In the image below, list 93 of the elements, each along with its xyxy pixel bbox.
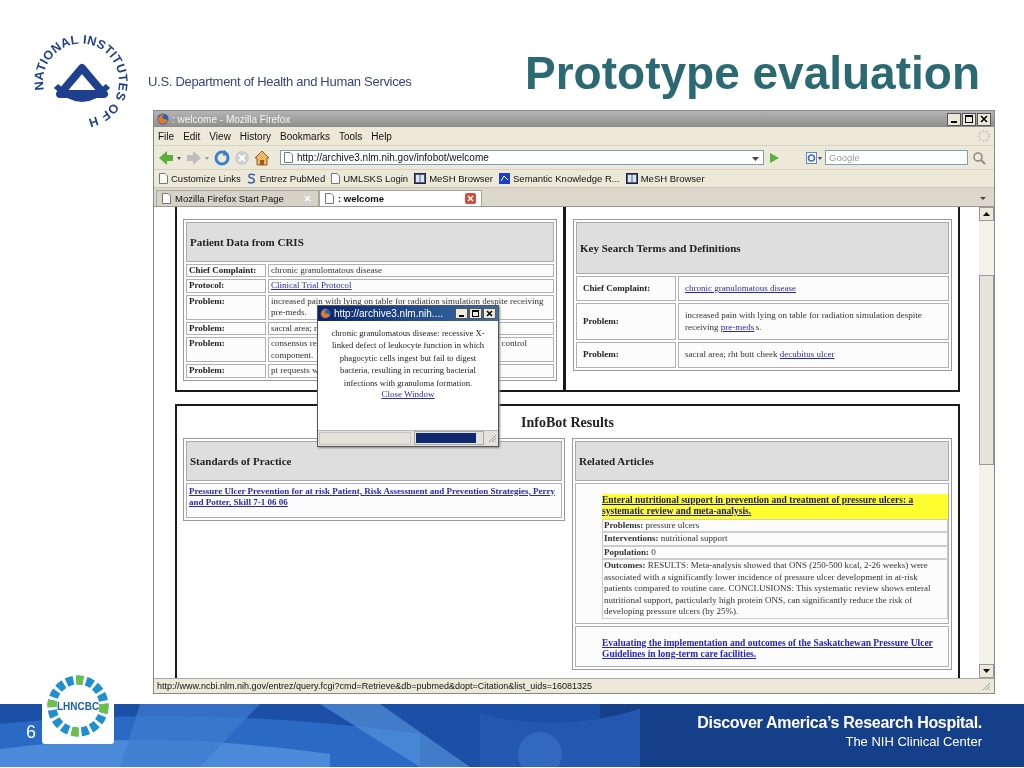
popup-title: http://archive3.nlm.nih.... xyxy=(334,307,443,319)
bookmark-link[interactable]: MeSH Browser xyxy=(429,173,493,185)
table-heading: Related Articles xyxy=(575,440,949,481)
home-icon[interactable] xyxy=(254,149,270,166)
firefox-icon xyxy=(320,307,331,319)
close-window-link[interactable]: Close Window xyxy=(381,389,435,400)
minimize-button[interactable] xyxy=(455,307,468,319)
table-cell: increased pain with lying on table for radiation simulation despite receiving pre-meds s. xyxy=(678,303,949,341)
search-field[interactable]: Google xyxy=(825,150,968,166)
search-icon[interactable] xyxy=(972,150,986,165)
term-link[interactable]: chronic granulomatous disease xyxy=(685,282,796,293)
table-cell: sacral area; rht butt cheek decubitus ulcer xyxy=(678,342,949,368)
row-label: Chief Complaint: xyxy=(186,263,266,278)
minimize-button[interactable] xyxy=(947,112,961,126)
cell-text: chronic granulomatous disease xyxy=(271,264,382,277)
resize-grip-icon[interactable] xyxy=(981,680,991,691)
close-icon xyxy=(486,309,493,317)
resize-grip-icon[interactable] xyxy=(487,433,497,444)
row-label: Protocol: xyxy=(186,279,266,293)
row-label: Problem: xyxy=(186,337,266,363)
maximize-icon xyxy=(472,309,479,317)
row-label: Problem: xyxy=(186,364,266,378)
bookmark-link[interactable]: Customize Links xyxy=(171,173,241,185)
cell-text: sacral area; r xyxy=(271,322,317,335)
go-icon[interactable] xyxy=(768,150,780,165)
menu-item[interactable]: Edit xyxy=(183,130,201,142)
browser-tab[interactable]: Mozilla Firefox Start Page xyxy=(156,189,319,206)
bookmark-link[interactable]: Entrez PubMed xyxy=(259,173,326,185)
network-icon xyxy=(499,173,510,185)
cell-text: increased pain with lying on table for radiation simulation despite receiving xyxy=(271,295,544,308)
article-field: Interventions: nutritional support xyxy=(602,532,948,546)
maximize-button[interactable] xyxy=(469,307,482,319)
close-button[interactable] xyxy=(977,112,991,126)
table-heading: Standards of Practice xyxy=(186,440,562,481)
menu-item[interactable]: History xyxy=(239,130,271,142)
throbber-icon xyxy=(978,130,990,143)
menu-item[interactable]: Help xyxy=(371,130,392,142)
table-heading: Patient Data from CRIS xyxy=(186,221,554,262)
article-field: Problems: pressure ulcers xyxy=(602,518,948,533)
reload-icon[interactable] xyxy=(214,149,230,166)
section-title: InfoBot Results xyxy=(520,413,615,432)
menu-item[interactable]: View xyxy=(209,130,231,142)
bookmark-link[interactable]: MeSH Browser xyxy=(640,173,705,185)
row-label: Problem: xyxy=(186,294,266,320)
cell-text: component. xyxy=(271,349,314,362)
cell-text: control xyxy=(501,338,528,350)
close-button[interactable] xyxy=(483,307,496,319)
slide-title: Prototype evaluation xyxy=(525,48,981,98)
cell-text: pre-meds. xyxy=(271,307,307,319)
scroll-down-icon[interactable] xyxy=(979,663,994,678)
address-field[interactable]: http://archive3.nlm.nih.gov/infobot/welcome xyxy=(280,150,764,166)
close-icon xyxy=(980,115,988,124)
window-title: : welcome - Mozilla Firefox xyxy=(172,113,291,125)
squiggle-icon xyxy=(246,173,257,185)
definition-text: chronic granulomatous disease: recessive X-linked defect of leukocyte function in which phagocytic cells ingest but fail to digest bacteria, resulting in recurring bacterial infections with granuloma formation. xyxy=(330,326,486,390)
term-link[interactable]: pre-meds xyxy=(720,321,755,332)
page-icon xyxy=(284,152,293,164)
scroll-thumb[interactable] xyxy=(979,274,994,465)
article-link[interactable]: Enteral nutritional support in prevention and treatment of pressure ulcers: a systematic review and meta-analysis. xyxy=(602,493,948,519)
menu-item[interactable]: Tools xyxy=(339,130,363,142)
back-icon[interactable] xyxy=(158,149,182,166)
book-icon xyxy=(625,173,638,185)
row-label: Problem: xyxy=(186,321,266,336)
scroll-up-icon[interactable] xyxy=(979,206,994,221)
row-label: Chief Complaint: xyxy=(576,275,676,302)
book-icon xyxy=(414,173,427,185)
menu-item[interactable]: File xyxy=(158,130,175,142)
row-label: Problem: xyxy=(576,342,676,368)
table-heading: Key Search Terms and Definitions xyxy=(576,221,949,274)
tagline: Discover America’s Research Hospital. xyxy=(697,714,982,732)
article-field: Outcomes: RESULTS: Meta-analysis showed that ONS (250-500 kcal, 2-26 weeks) were associated with a significantly lower incidence of pressure ulcer development in at-risk patients compared to routine care. CONCLUSIONS: This systematic review shows enteral nutritional support, particularly high protein ONS, can significantly reduce the risk of developing pressure ulcers (by 25%). xyxy=(602,559,948,619)
department-name: U.S. Department of Health and Human Services xyxy=(148,74,412,89)
page-icon xyxy=(162,192,171,204)
browser-tab[interactable]: : welcome xyxy=(319,189,482,206)
menu-item[interactable]: Bookmarks xyxy=(280,130,330,142)
term-link[interactable]: decubitus ulcer xyxy=(779,349,835,360)
bookmark-link[interactable]: UMLSKS Login xyxy=(343,173,409,185)
page-number: 6 xyxy=(26,722,36,743)
maximize-icon xyxy=(965,115,973,124)
scrollbar[interactable] xyxy=(979,206,994,678)
firefox-icon xyxy=(157,113,169,126)
page-icon xyxy=(325,192,334,204)
article-field: Population: 0 xyxy=(602,545,948,560)
page-icon xyxy=(331,173,341,185)
hospital-name: The NIH Clinical Center xyxy=(845,734,982,749)
lhncbc-logo: LHNCBC xyxy=(42,672,114,744)
search-engine-icon[interactable] xyxy=(806,151,823,164)
bookmark-link[interactable]: Semantic Knowledge R... xyxy=(513,173,620,185)
close-tab-icon[interactable] xyxy=(465,192,476,204)
page-icon xyxy=(159,173,168,185)
row-label: Problem: xyxy=(576,303,676,341)
status-text: http://www.ncbi.nlm.nih.gov/entrez/query.fcgi?cmd=Retrieve&db=pubmed&dopt=Citation&list_uids=16081325 xyxy=(157,680,593,691)
maximize-button[interactable] xyxy=(962,112,976,126)
